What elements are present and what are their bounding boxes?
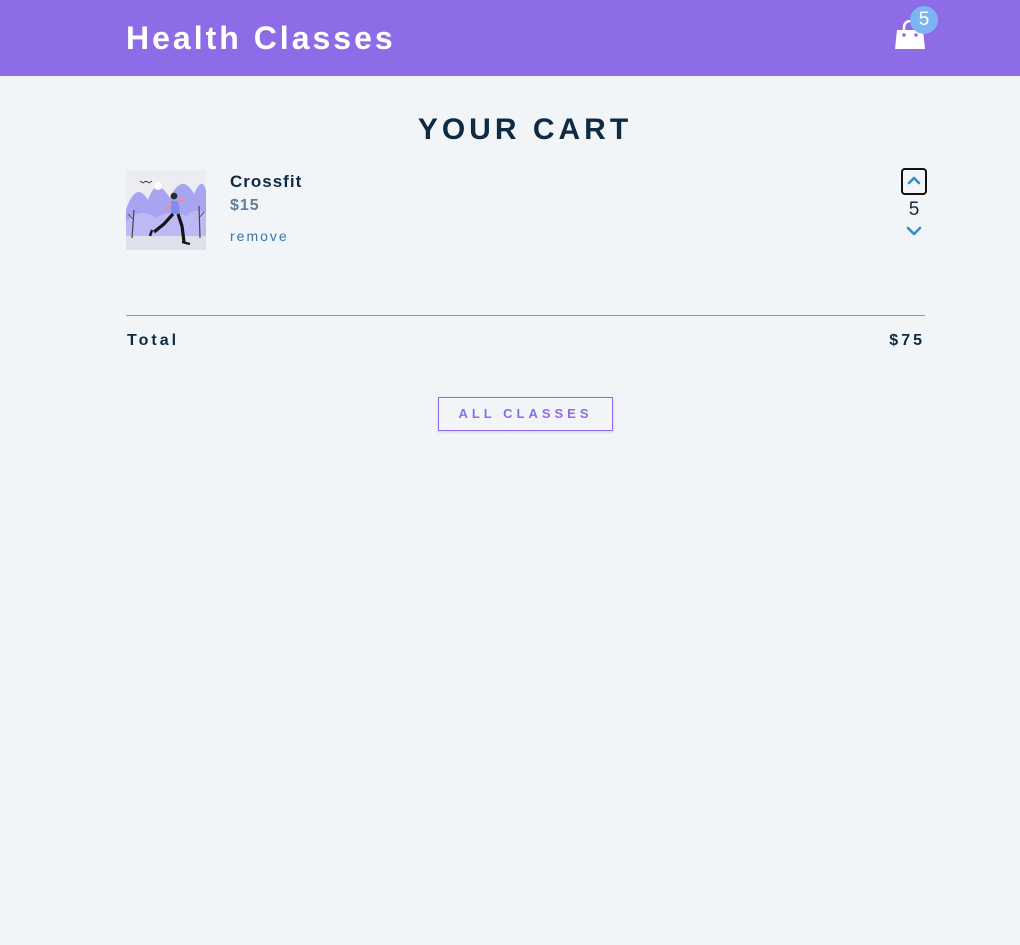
remove-button[interactable]: remove (230, 228, 289, 244)
total-value: $75 (889, 332, 925, 349)
runner-illustration (126, 170, 206, 250)
chevron-down-icon (906, 226, 922, 236)
total-label: Total (127, 332, 180, 349)
decrease-amount-button[interactable] (904, 224, 924, 240)
divider (126, 315, 925, 316)
navbar: Health Classes 5 (0, 0, 1020, 76)
cart-count-badge: 5 (910, 6, 938, 34)
item-amount: 5 (908, 199, 920, 220)
all-classes-button[interactable]: ALL CLASSES (438, 397, 613, 431)
increase-amount-button[interactable] (901, 168, 927, 195)
cart-button[interactable]: 5 (890, 6, 938, 54)
item-name: Crossfit (230, 172, 303, 191)
chevron-up-icon (907, 176, 921, 185)
item-price: $15 (230, 197, 260, 214)
brand-title[interactable]: Health Classes (126, 19, 396, 57)
item-image (126, 170, 206, 250)
page-title: YOUR CART (417, 113, 633, 146)
